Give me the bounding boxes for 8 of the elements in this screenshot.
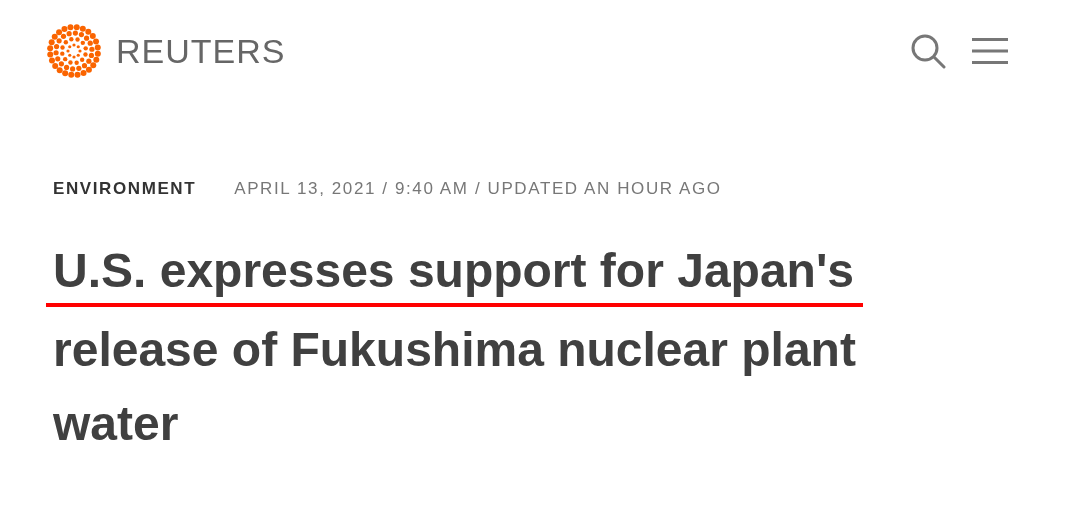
headline-line: release of Fukushima nuclear plant [53, 322, 856, 378]
brand-name[interactable]: REUTERS [116, 31, 286, 71]
logo-icon [44, 21, 104, 81]
section-label[interactable]: ENVIRONMENT [53, 179, 197, 199]
search-icon[interactable] [910, 33, 946, 69]
menu-icon[interactable] [972, 36, 1008, 66]
headline-line: water [53, 396, 179, 452]
dateline: APRIL 13, 2021 / 9:40 AM / UPDATED AN HOUR AGO [234, 179, 722, 199]
